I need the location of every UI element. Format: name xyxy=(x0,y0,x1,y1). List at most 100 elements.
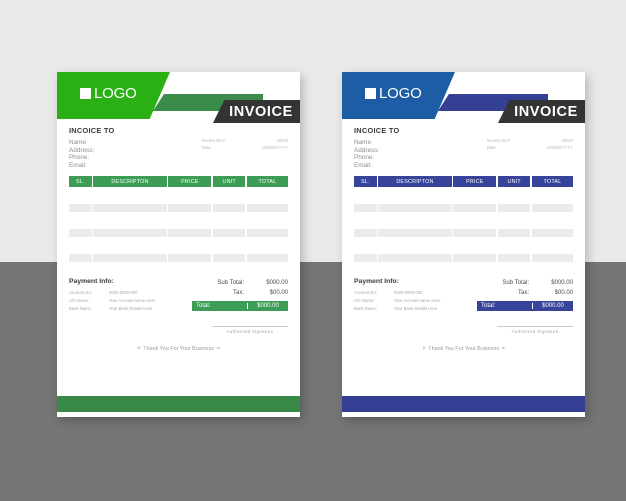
tax-label: Tax: xyxy=(232,290,244,297)
subtotal-label: Sub Total: xyxy=(502,280,529,287)
logo-text: LOGO xyxy=(94,85,137,102)
col-header-total: TOTAL xyxy=(531,176,574,188)
signature-section: Authorized Signature xyxy=(69,326,288,334)
total-row: Total: $000.00 xyxy=(477,300,573,311)
col-header-unit: UNIT xyxy=(497,176,531,188)
tax-label: Tax: xyxy=(517,290,529,297)
table-header-row: SL. DESCRIPTON PRICE UNIT TOTAL xyxy=(69,176,289,188)
col-header-desc: DESCRIPTON xyxy=(93,176,167,188)
meta-label: Date xyxy=(202,145,211,151)
meta-row: Date DD/MM/YYYY xyxy=(487,144,573,151)
subtotal-row: Sub Total: $000.00 xyxy=(192,278,288,288)
invoice-banner-text: INVOICE xyxy=(514,103,578,120)
col-header-price: PRICE xyxy=(168,176,212,188)
total-row: Total: $000.00 xyxy=(192,300,288,311)
flourish-left-icon: ⚘ xyxy=(421,346,427,353)
meta-value: DD/MM/YYYY xyxy=(547,145,573,151)
payment-info-title: Payment Info: xyxy=(354,278,399,286)
meta-row: Invoice No:# 00000 xyxy=(202,137,288,144)
billto-line: Phone: xyxy=(69,154,90,162)
billto-line: Email: xyxy=(69,161,87,169)
signature-section: Authorized Signature xyxy=(354,326,573,334)
meta-row: Invoice No:# 00000 xyxy=(487,137,573,144)
signature-label: Authorized Signature xyxy=(511,329,559,335)
tax-row: Tax: $00.00 xyxy=(477,288,573,298)
table-row xyxy=(354,254,574,263)
table-row-spacer xyxy=(354,192,573,200)
meta-value: 00000 xyxy=(276,138,288,143)
payment-row: Account No: 0000-0000-000 xyxy=(354,289,440,297)
billto-line: Name xyxy=(69,139,87,146)
billto-line: Name xyxy=(354,139,372,146)
payment-value: Your Account name Here xyxy=(394,297,441,303)
items-table: SL. DESCRIPTON PRICE UNIT TOTAL xyxy=(69,176,289,263)
card-header: LOGO INVOICE xyxy=(342,72,585,123)
logo: LOGO xyxy=(80,85,137,102)
col-header-unit: UNIT xyxy=(212,176,246,188)
table-header-row: SL. DESCRIPTON PRICE UNIT TOTAL xyxy=(354,176,574,188)
payment-row: A/C Name: Your Account name Here xyxy=(354,297,440,305)
table-row-spacer xyxy=(69,242,288,250)
billto-title: INCOICE TO xyxy=(69,126,115,135)
tax-value: $00.00 xyxy=(269,290,288,297)
payment-label: A/C Name: xyxy=(69,297,90,303)
invoice-banner: INVOICE xyxy=(498,100,585,123)
payment-info: Payment Info: Account No: 0000-0000-000 … xyxy=(354,278,440,312)
billto-section: INCOICE TO Name Address: Phone: Email: I… xyxy=(354,126,573,169)
invoice-banner: INVOICE xyxy=(213,100,300,123)
meta-label: Date xyxy=(487,145,496,151)
col-header-sl: SL. xyxy=(354,176,377,188)
table-row xyxy=(69,229,289,238)
payment-label: Account No: xyxy=(354,290,377,296)
total-label: Total: xyxy=(481,302,496,309)
subtotal-value: $000.00 xyxy=(266,280,288,287)
payment-row: Account No: 0000-0000-000 xyxy=(69,289,155,297)
payment-row: Bank Name: Your Bank Details Here xyxy=(354,305,440,313)
meta-value: 00000 xyxy=(561,138,573,143)
totals-block: Sub Total: $000.00 Tax: $00.00 Total: $0… xyxy=(192,278,288,312)
flourish-left-icon: ⚘ xyxy=(136,346,142,353)
card-footer xyxy=(342,391,585,417)
billto-line: Address: xyxy=(354,146,380,154)
total-label: Total: xyxy=(196,302,211,309)
table-row xyxy=(354,229,574,238)
billto-block: INCOICE TO Name Address: Phone: Email: xyxy=(69,126,114,169)
invoice-meta: Invoice No:# 00000 Date DD/MM/YYYY xyxy=(487,137,573,152)
card-header: LOGO INVOICE xyxy=(57,72,300,123)
billto-section: INCOICE TO Name Address: Phone: Email: I… xyxy=(69,126,288,169)
logo: LOGO xyxy=(365,85,422,102)
table-row xyxy=(354,204,574,213)
meta-row: Date DD/MM/YYYY xyxy=(202,144,288,151)
total-value: $000.00 xyxy=(247,302,288,309)
billto-title: INCOICE TO xyxy=(354,126,400,135)
subtotal-value: $000.00 xyxy=(551,280,573,287)
payment-value: Your Bank Details Here xyxy=(394,305,438,311)
summary-section: Payment Info: Account No: 0000-0000-000 … xyxy=(354,278,573,312)
logo-block: LOGO xyxy=(342,72,455,119)
total-value: $000.00 xyxy=(532,302,573,309)
payment-value: 0000-0000-000 xyxy=(109,290,138,296)
table-row xyxy=(69,204,289,213)
billto-line: Address: xyxy=(69,146,95,154)
billto-line: Email: xyxy=(354,161,372,169)
payment-info: Payment Info: Account No: 0000-0000-000 … xyxy=(69,278,155,312)
payment-value: Your Bank Details Here xyxy=(109,305,153,311)
footer-bar xyxy=(57,396,300,412)
tax-row: Tax: $00.00 xyxy=(192,288,288,298)
col-header-total: TOTAL xyxy=(246,176,289,188)
tax-value: $00.00 xyxy=(554,290,573,297)
thank-you-text: Thank You For Your Business xyxy=(428,346,500,353)
meta-label: Invoice No:# xyxy=(487,138,510,143)
flourish-right-icon: ❧ xyxy=(501,346,506,353)
table-row xyxy=(69,254,289,263)
signature-label: Authorized Signature xyxy=(226,329,274,335)
flourish-right-icon: ❧ xyxy=(216,346,221,353)
payment-label: A/C Name: xyxy=(354,297,375,303)
logo-block: LOGO xyxy=(57,72,170,119)
logo-mark-icon xyxy=(365,88,376,99)
payment-info-title: Payment Info: xyxy=(69,278,114,286)
subtotal-row: Sub Total: $000.00 xyxy=(477,278,573,288)
blue-invoice-card: LOGO INVOICE INCOICE TO Name Address: Ph… xyxy=(342,72,585,417)
thank-you-text: Thank You For Your Business xyxy=(143,346,215,353)
billto-line: Phone: xyxy=(354,154,375,162)
